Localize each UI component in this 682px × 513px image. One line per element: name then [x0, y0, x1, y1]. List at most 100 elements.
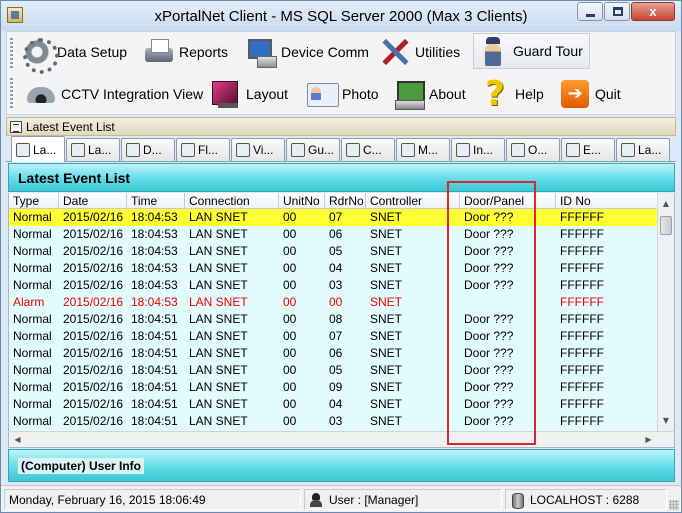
cell-time: 18:04:53: [131, 295, 178, 309]
tab-7[interactable]: C...: [341, 138, 395, 161]
table-row[interactable]: Normal 2015/02/16 18:04:53 LAN SNET 00 06 SNET…: [9, 226, 659, 243]
reports-button[interactable]: Reports: [143, 34, 228, 70]
panel-header-title: Latest Event List: [26, 119, 115, 134]
column-connection[interactable]: Connection: [185, 193, 279, 209]
cell-unit-no: 00: [283, 312, 297, 326]
help-button[interactable]: ? Help: [479, 76, 544, 112]
cell-rdr-no: 06: [329, 227, 343, 241]
cell-connection: LAN SNET: [189, 414, 248, 428]
cell-rdr-no: 07: [329, 210, 343, 224]
cell-date: 2015/02/16: [63, 227, 124, 241]
cell-date: 2015/02/16: [63, 261, 124, 275]
title-bar[interactable]: xPortalNet Client - MS SQL Server 2000 (…: [1, 1, 681, 31]
device-comm-button[interactable]: Device Comm: [245, 34, 369, 70]
cell-time: 18:04:51: [131, 346, 178, 360]
question-icon: ?: [485, 74, 505, 114]
cctv-integration-view-button[interactable]: CCTV Integration View: [25, 76, 203, 112]
cell-unit-no: 00: [283, 278, 297, 292]
event-grid[interactable]: Type Date Time Connection UnitNo RdrNo C…: [8, 193, 675, 431]
column-controller[interactable]: Controller: [366, 193, 460, 209]
user-info-bar[interactable]: (Computer) User Info: [8, 449, 675, 482]
scroll-down-arrow-icon[interactable]: ▼: [658, 412, 674, 429]
cell-controller: SNET: [370, 227, 403, 241]
table-row[interactable]: Normal 2015/02/16 18:04:51 LAN SNET 00 03 SNET…: [9, 413, 659, 430]
tab-8[interactable]: M...: [396, 138, 450, 161]
table-row[interactable]: Normal 2015/02/16 18:04:53 LAN SNET 00 05 SNET…: [9, 243, 659, 260]
reports-label: Reports: [179, 44, 229, 60]
device-comm-icon: [245, 36, 277, 68]
cell-id-no: FFFFFF: [560, 244, 604, 258]
cell-id-no: FFFFFF: [560, 210, 604, 224]
event-list-icon: [71, 143, 85, 157]
table-row[interactable]: Normal 2015/02/16 18:04:53 LAN SNET 00 04 SNET…: [9, 260, 659, 277]
scroll-right-arrow-icon[interactable]: ▶: [640, 432, 657, 447]
column-type[interactable]: Type: [9, 193, 59, 209]
column-unit-no[interactable]: UnitNo: [279, 193, 325, 209]
help-label: Help: [515, 86, 544, 102]
toolbar-grip[interactable]: [10, 38, 13, 70]
table-row[interactable]: Normal 2015/02/16 18:04:51 LAN SNET 00 09 SNET…: [9, 379, 659, 396]
quit-button[interactable]: Quit: [559, 76, 621, 112]
table-row[interactable]: Normal 2015/02/16 18:04:53 LAN SNET 00 07 SNET…: [9, 209, 659, 226]
tab-5[interactable]: Vi...: [231, 138, 285, 161]
cell-door-panel: Door ???: [464, 210, 514, 224]
tab-9[interactable]: In...: [451, 138, 505, 161]
minimize-button[interactable]: [577, 2, 603, 21]
cell-door-panel: [460, 294, 464, 311]
cell-rdr-no: 09: [329, 380, 343, 394]
cell-unit-no: 00: [283, 363, 297, 377]
table-row[interactable]: Alarm 2015/02/16 18:04:53 LAN SNET 00 00 SNET F…: [9, 294, 659, 311]
cell-door-panel: Door ???: [464, 346, 514, 360]
cell-date: 2015/02/16: [63, 329, 124, 343]
cell-connection: LAN SNET: [189, 261, 248, 275]
cell-unit-no: 00: [283, 329, 297, 343]
cell-door-panel: Door ???: [464, 329, 514, 343]
column-date[interactable]: Date: [59, 193, 127, 209]
toolbar-grip[interactable]: [10, 78, 13, 110]
table-row[interactable]: Normal 2015/02/16 18:04:51 LAN SNET 00 06 SNET…: [9, 345, 659, 362]
guard-tour-button[interactable]: Guard Tour: [473, 33, 590, 69]
table-row[interactable]: Normal 2015/02/16 18:04:51 LAN SNET 00 04 SNET…: [9, 396, 659, 413]
horizontal-scrollbar[interactable]: ◀ ▶: [8, 431, 675, 448]
column-rdr-no[interactable]: RdrNo: [325, 193, 366, 209]
vertical-scrollbar[interactable]: ▲ ▼: [657, 193, 674, 431]
photo-button[interactable]: Photo: [306, 76, 379, 112]
tab-2[interactable]: La...: [66, 138, 120, 161]
maximize-button[interactable]: [604, 2, 630, 21]
data-setup-button[interactable]: Data Setup: [21, 34, 127, 74]
about-button[interactable]: About: [393, 76, 466, 112]
column-door-panel[interactable]: Door/Panel: [460, 193, 556, 209]
output-icon: [511, 143, 525, 157]
tab-6[interactable]: Gu...: [286, 138, 340, 161]
table-row[interactable]: Normal 2015/02/16 18:04:51 LAN SNET 00 05 SNET…: [9, 362, 659, 379]
layout-button[interactable]: Layout: [210, 76, 288, 112]
close-button[interactable]: x: [631, 2, 675, 21]
table-row[interactable]: Normal 2015/02/16 18:04:53 LAN SNET 00 03 SNET…: [9, 277, 659, 294]
tab-12[interactable]: La...: [616, 138, 670, 161]
cell-door-panel: Door ???: [464, 278, 514, 292]
table-row[interactable]: Normal 2015/02/16 18:04:51 LAN SNET 00 07 SNET…: [9, 328, 659, 345]
cell-door-panel: Door ???: [464, 261, 514, 275]
tab-3[interactable]: D...: [121, 138, 175, 161]
tab-10[interactable]: O...: [506, 138, 560, 161]
resize-grip[interactable]: [669, 500, 679, 510]
cell-type: Normal: [13, 346, 52, 360]
utilities-button[interactable]: Utilities: [379, 34, 460, 70]
column-id-no[interactable]: ID No: [556, 193, 659, 209]
scroll-thumb[interactable]: [660, 216, 672, 235]
status-user: User : [Manager]: [304, 489, 502, 510]
cell-type: Normal: [13, 312, 52, 326]
cell-id-no: FFFFFF: [560, 227, 604, 241]
computer-icon: [393, 78, 425, 110]
scroll-up-arrow-icon[interactable]: ▲: [658, 195, 674, 212]
cell-door-panel: Door ???: [464, 380, 514, 394]
cell-controller: SNET: [370, 414, 403, 428]
tab-11[interactable]: E...: [561, 138, 615, 161]
event-list-icon: [16, 142, 30, 157]
tab-latest-event-list[interactable]: La...: [11, 136, 65, 162]
photo-label: Photo: [342, 86, 379, 102]
column-time[interactable]: Time: [127, 193, 185, 209]
tab-4[interactable]: Fl...: [176, 138, 230, 161]
table-row[interactable]: Normal 2015/02/16 18:04:51 LAN SNET 00 08 SNET…: [9, 311, 659, 328]
scroll-left-arrow-icon[interactable]: ◀: [9, 432, 26, 447]
